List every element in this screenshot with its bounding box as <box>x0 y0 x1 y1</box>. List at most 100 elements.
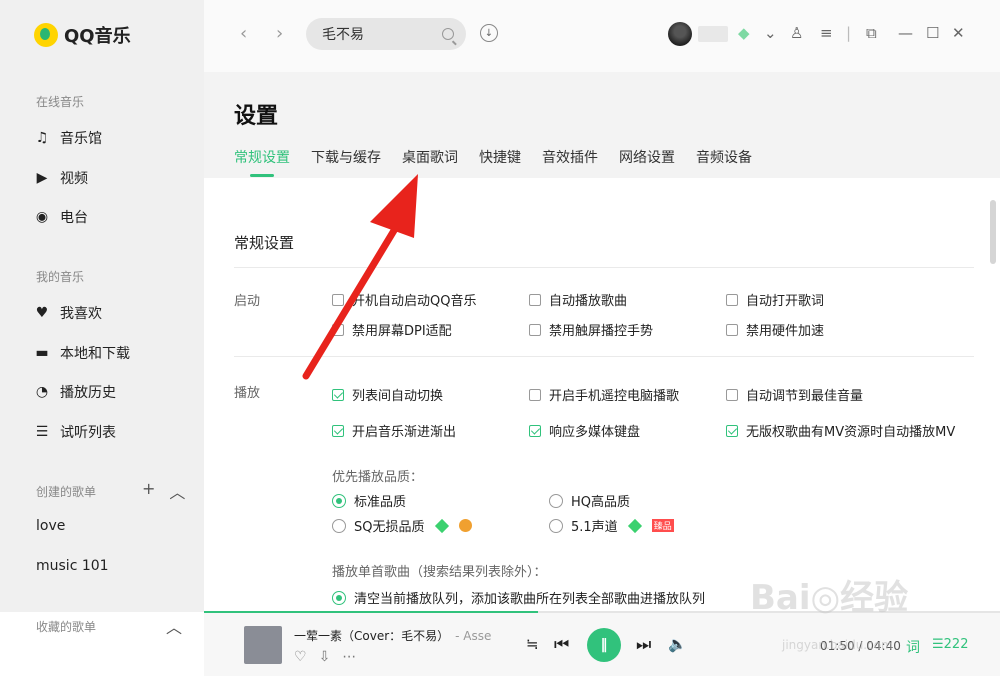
song-artist[interactable]: - Asse <box>455 629 491 643</box>
option-label: 自动播放歌曲 <box>549 294 628 309</box>
sidebar-item-music-hall[interactable]: ♫ 音乐馆 <box>34 128 102 148</box>
song-title[interactable]: 一荤一素（Cover：毛不易） - Asse <box>294 627 491 644</box>
play-queue-button[interactable]: ☰222 <box>932 637 968 652</box>
checkbox-auto-volume[interactable]: 自动调节到最佳音量 <box>726 385 863 404</box>
menu-icon[interactable]: ≡ <box>820 24 833 42</box>
checkbox-auto-lyrics[interactable]: 自动打开歌词 <box>726 290 824 309</box>
avatar[interactable] <box>668 22 692 46</box>
search-icon[interactable] <box>442 28 454 40</box>
tab-audio-device[interactable]: 音频设备 <box>696 147 752 167</box>
heart-outline-icon[interactable]: ♡ <box>294 649 307 665</box>
playlist-item-music-101[interactable]: music 101 <box>36 558 109 574</box>
next-icon[interactable]: ⏭ <box>636 635 651 655</box>
username-blurred[interactable] <box>698 26 728 42</box>
forward-arrow-icon[interactable]: › <box>276 23 283 44</box>
checkbox-icon[interactable] <box>726 388 738 401</box>
sidebar-item-label: 我喜欢 <box>60 306 102 322</box>
close-icon[interactable]: ✕ <box>952 24 965 42</box>
checkbox-icon[interactable] <box>726 293 738 306</box>
tab-desktop-lyrics[interactable]: 桌面歌词 <box>402 147 458 167</box>
checkbox-icon[interactable] <box>529 388 541 401</box>
checkbox-autostart[interactable]: 开机自动启动QQ音乐 <box>332 290 476 309</box>
sidebar-item-history[interactable]: ◔ 播放历史 <box>34 382 116 402</box>
checkbox-checked-icon[interactable] <box>529 424 541 437</box>
checkbox-autoplay[interactable]: 自动播放歌曲 <box>529 290 627 309</box>
lyrics-button[interactable]: 词 <box>906 637 920 657</box>
checkbox-disable-dpi[interactable]: 禁用屏幕DPI适配 <box>332 320 452 339</box>
sidebar-item-video[interactable]: ▶ 视频 <box>34 168 88 188</box>
sidebar-item-radio[interactable]: ◉ 电台 <box>34 207 88 227</box>
checkbox-icon[interactable] <box>529 293 541 306</box>
radio-icon[interactable] <box>332 518 346 533</box>
radio-standard-quality[interactable]: 标准品质 <box>332 491 406 510</box>
radio-icon[interactable] <box>549 518 563 533</box>
checkbox-auto-mv[interactable]: 无版权歌曲有MV资源时自动播放MV <box>726 421 955 440</box>
startup-label: 启动 <box>234 294 261 309</box>
checkbox-media-keys[interactable]: 响应多媒体键盘 <box>529 421 640 440</box>
minimize-icon[interactable]: — <box>898 24 913 42</box>
radio-51-channel[interactable]: 5.1声道 臻品 <box>549 516 674 535</box>
chevron-up-icon[interactable]: ︿ <box>166 614 182 638</box>
qq-music-logo-icon <box>34 23 58 47</box>
album-cover[interactable] <box>244 626 282 664</box>
checkbox-phone-remote[interactable]: 开启手机遥控电脑播歌 <box>529 385 679 404</box>
radio-selected-icon[interactable] <box>332 493 346 508</box>
checkbox-fade-in-out[interactable]: 开启音乐渐进渐出 <box>332 421 456 440</box>
tab-network[interactable]: 网络设置 <box>619 147 675 167</box>
baidu-watermark-url: jingyan.baidu.com <box>782 638 893 652</box>
sidebar-item-label: 音乐馆 <box>60 131 102 147</box>
voice-search-icon[interactable]: ↓ <box>480 24 498 42</box>
clock-icon: ◔ <box>35 384 49 400</box>
chevron-down-icon[interactable]: ⌄ <box>764 24 777 42</box>
divider <box>234 356 974 357</box>
sidebar-item-label: 本地和下载 <box>60 346 130 362</box>
checkbox-disable-touch[interactable]: 禁用触屏播控手势 <box>529 320 653 339</box>
radio-hq-quality[interactable]: HQ高品质 <box>549 491 630 510</box>
pause-button[interactable]: ‖ <box>587 628 621 662</box>
checkbox-checked-icon[interactable] <box>332 424 344 437</box>
radio-selected-icon[interactable] <box>332 590 346 605</box>
radio-icon[interactable] <box>549 493 563 508</box>
previous-icon[interactable]: ⏮ <box>554 635 569 655</box>
vip-diamond-icon[interactable]: ◆ <box>738 24 750 42</box>
settings-tabs: 常规设置 下载与缓存 桌面歌词 快捷键 音效插件 网络设置 音频设备 <box>234 147 752 177</box>
more-icon[interactable]: ⋯ <box>342 649 356 665</box>
single-play-label: 播放单首歌曲（搜索结果列表除外）： <box>332 565 547 580</box>
chevron-up-icon[interactable]: ︿ <box>169 479 185 503</box>
top-bar: ‹ › 毛不易 ↓ ◆ ⌄ ♙ ≡ | ⧉ — ☐ ✕ <box>204 0 1000 72</box>
play-mode-icon[interactable]: ≒ <box>526 635 539 653</box>
skin-shirt-icon[interactable]: ♙ <box>790 24 803 42</box>
checkbox-icon[interactable] <box>726 323 738 336</box>
checkbox-checked-icon[interactable] <box>726 424 738 437</box>
sidebar-item-label: 试听列表 <box>60 425 116 441</box>
tab-shortcuts[interactable]: 快捷键 <box>479 147 521 167</box>
download-icon[interactable]: ⇩ <box>319 649 331 665</box>
mini-mode-icon[interactable]: ⧉ <box>866 24 877 42</box>
queue-icon: ☰ <box>932 637 944 652</box>
tab-download-cache[interactable]: 下载与缓存 <box>311 147 381 167</box>
option-label: 5.1声道 <box>571 520 618 535</box>
app-logo[interactable]: QQ音乐 <box>34 22 131 48</box>
radio-replace-queue[interactable]: 清空当前播放队列，添加该歌曲所在列表全部歌曲进播放队列 <box>332 588 705 607</box>
add-playlist-icon[interactable]: + <box>142 479 155 503</box>
radio-sq-quality[interactable]: SQ无损品质 <box>332 516 472 535</box>
scrollbar[interactable] <box>990 200 996 264</box>
back-arrow-icon[interactable]: ‹ <box>240 23 247 44</box>
checkbox-icon[interactable] <box>332 293 344 306</box>
baidu-watermark: Bai◎经验 <box>750 578 909 618</box>
checkbox-disable-hw[interactable]: 禁用硬件加速 <box>726 320 824 339</box>
search-input[interactable]: 毛不易 <box>306 18 466 50</box>
volume-icon[interactable]: 🔈 <box>668 635 687 653</box>
sidebar-item-local-downloads[interactable]: ▬ 本地和下载 <box>34 343 130 363</box>
sidebar-item-favorites[interactable]: ♥ 我喜欢 <box>34 303 102 323</box>
sidebar-item-trial-list[interactable]: ☰ 试听列表 <box>34 422 116 442</box>
playlist-item-love[interactable]: love <box>36 518 65 534</box>
maximize-icon[interactable]: ☐ <box>926 24 939 42</box>
checkbox-checked-icon[interactable] <box>332 388 344 401</box>
collected-playlists-tools: ︿ <box>166 614 182 638</box>
checkbox-icon[interactable] <box>529 323 541 336</box>
tab-sound-plugins[interactable]: 音效插件 <box>542 147 598 167</box>
checkbox-icon[interactable] <box>332 323 344 336</box>
tab-general[interactable]: 常规设置 <box>234 147 290 177</box>
checkbox-list-auto-switch[interactable]: 列表间自动切换 <box>332 385 443 404</box>
